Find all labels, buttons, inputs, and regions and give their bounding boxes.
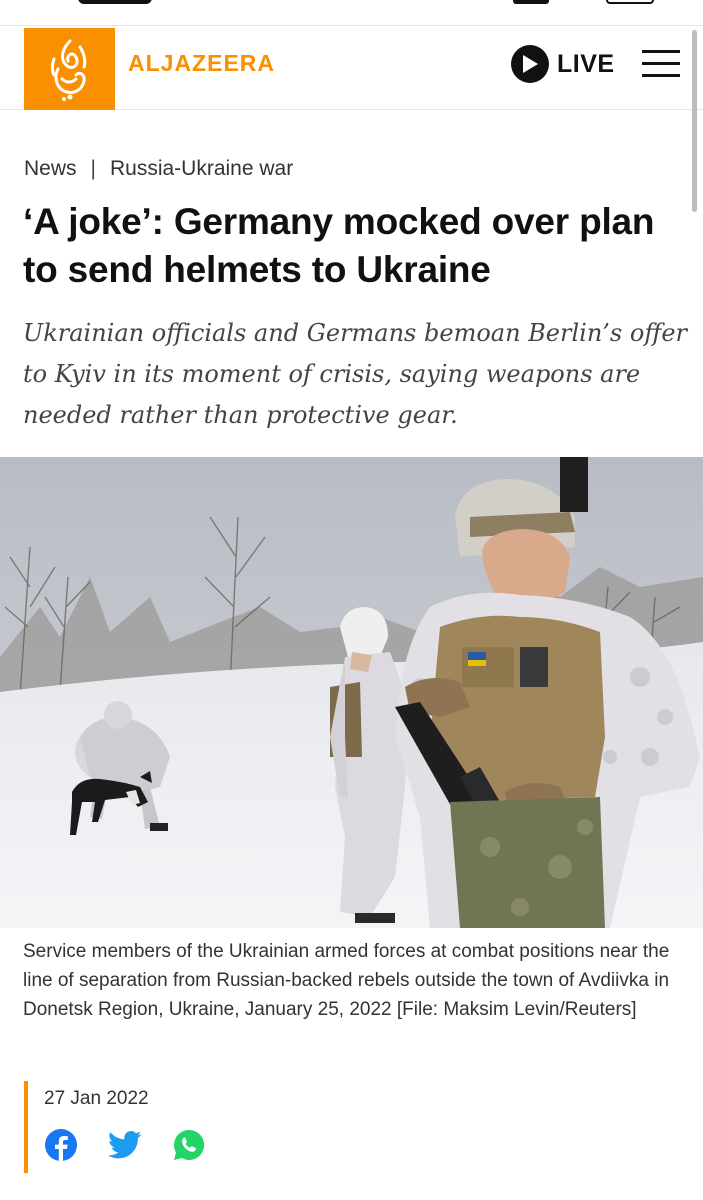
soldiers-in-snow-image [0,457,703,928]
aljazeera-logo[interactable] [24,28,115,110]
breadcrumb-russia-ukraine-war[interactable]: Russia-Ukraine war [110,157,293,181]
breadcrumb: News | Russia-Ukraine war [24,157,293,181]
brand-wordmark[interactable]: ALJAZEERA [128,50,275,77]
clock-fragment [78,0,152,4]
live-label: LIVE [557,49,615,78]
whatsapp-icon[interactable] [172,1128,206,1162]
breadcrumb-separator: | [90,157,96,180]
hamburger-menu-icon[interactable] [642,48,682,80]
status-bar [0,0,703,26]
article-headline: ‘A joke’: Germany mocked over plan to se… [23,201,655,290]
logo-calligraphy-icon [50,39,86,101]
article-standfirst: Ukrainian officials and Germans bemoan B… [23,319,687,429]
twitter-icon[interactable] [108,1128,142,1162]
page-scrollbar[interactable] [692,30,697,212]
article-hero-image[interactable] [0,457,703,928]
facebook-icon[interactable] [44,1128,78,1162]
image-caption: Service members of the Ukrainian armed f… [23,941,670,1020]
live-button[interactable]: LIVE [511,44,615,84]
share-bar [44,1128,206,1162]
date-accent-bar [24,1081,28,1173]
breadcrumb-news[interactable]: News [24,157,77,181]
play-icon [511,45,549,83]
publish-date: 27 Jan 2022 [44,1088,149,1109]
site-header: ALJAZEERA LIVE [0,26,703,110]
battery-icon [606,0,654,4]
signal-icon [513,0,549,4]
